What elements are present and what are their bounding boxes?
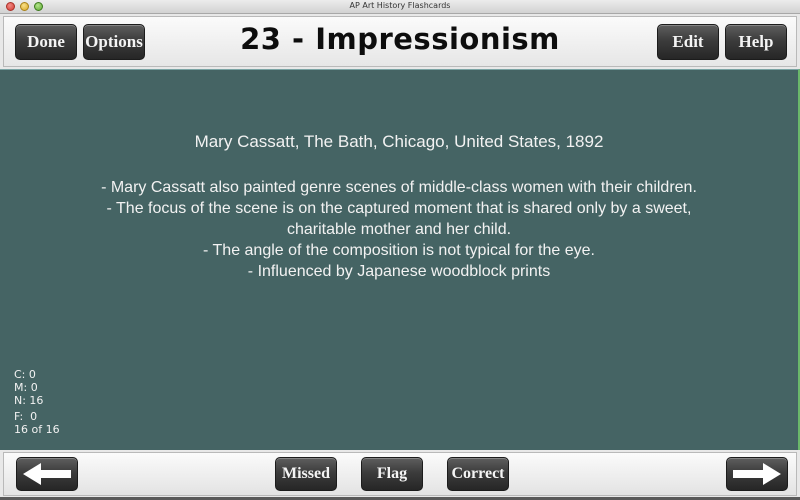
correct-button[interactable]: Correct xyxy=(447,457,509,491)
card-line: - Mary Cassatt also painted genre scenes… xyxy=(101,179,697,196)
arrow-left-icon xyxy=(23,463,71,485)
help-button[interactable]: Help xyxy=(725,24,787,60)
missed-count: M: 0 xyxy=(14,381,38,394)
bottom-toolbar: Missed Flag Correct xyxy=(3,452,797,496)
flag-button[interactable]: Flag xyxy=(361,457,423,491)
card-line: - The focus of the scene is on the captu… xyxy=(106,200,692,238)
card-line: - The angle of the composition is not ty… xyxy=(203,242,595,259)
card-line: - Influenced by Japanese woodblock print… xyxy=(247,263,551,280)
card-position: 16 of 16 xyxy=(14,423,60,436)
new-count: N: 16 xyxy=(14,394,44,407)
previous-card-button[interactable] xyxy=(16,457,78,491)
stats-panel: C: 0 M: 0 N: 16 F: 0 16 of 16 xyxy=(14,368,60,436)
correct-count: C: 0 xyxy=(14,368,36,381)
done-button[interactable]: Done xyxy=(15,24,77,60)
app-window: AP Art History Flashcards Done Options 2… xyxy=(0,0,800,500)
card-heading: Mary Cassatt, The Bath, Chicago, United … xyxy=(194,132,604,151)
missed-button[interactable]: Missed xyxy=(275,457,337,491)
arrow-right-icon xyxy=(733,463,781,485)
flashcard[interactable]: Mary Cassatt, The Bath, Chicago, United … xyxy=(0,69,800,450)
top-toolbar: Done Options 23 - Impressionism Edit Hel… xyxy=(3,16,797,67)
next-card-button[interactable] xyxy=(726,457,788,491)
flagged-count: F: 0 xyxy=(14,410,38,423)
edit-button[interactable]: Edit xyxy=(657,24,719,60)
window-title: AP Art History Flashcards xyxy=(349,1,451,10)
deck-title: 23 - Impressionism xyxy=(240,22,560,56)
card-body: - Mary Cassatt also painted genre scenes… xyxy=(30,177,768,282)
title-bar: AP Art History Flashcards xyxy=(0,0,800,14)
options-button[interactable]: Options xyxy=(83,24,145,60)
